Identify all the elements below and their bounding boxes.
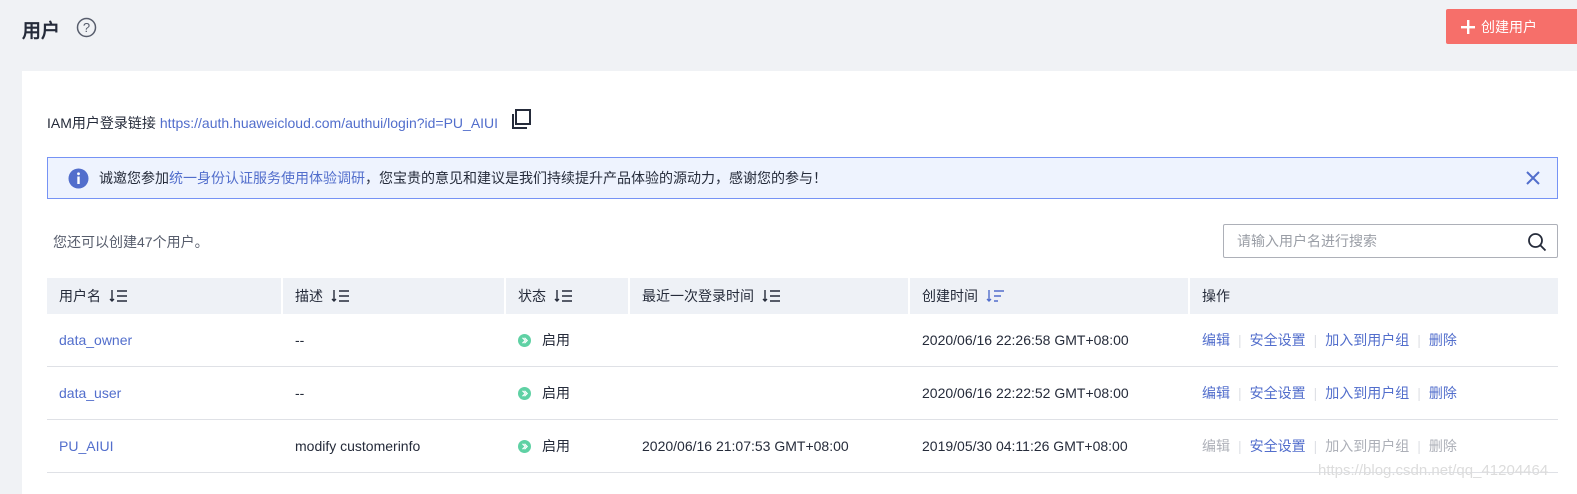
description-cell: -- [295, 332, 305, 348]
users-card: IAM用户登录链接 https://auth.huaweicloud.com/a… [22, 71, 1577, 494]
info-icon [68, 168, 89, 188]
delete-link[interactable]: 删除 [1429, 383, 1457, 403]
security-settings-link[interactable]: 安全设置 [1250, 436, 1306, 456]
edit-link-disabled: 编辑 [1202, 438, 1230, 454]
search-box[interactable] [1223, 224, 1558, 258]
status-text: 启用 [542, 438, 570, 454]
column-header-created[interactable]: 创建时间 [910, 278, 1190, 314]
status-enabled-icon [518, 333, 531, 347]
column-header-username[interactable]: 用户名 [47, 278, 283, 314]
created-time-cell: 2020/06/16 22:22:52 GMT+08:00 [922, 385, 1129, 401]
username-link[interactable]: PU_AIUI [59, 438, 113, 454]
status-text: 启用 [542, 385, 570, 401]
search-icon[interactable] [1527, 232, 1547, 252]
page-title: 用户 [22, 21, 61, 42]
svg-text:?: ? [83, 20, 90, 35]
table-row: data_user -- 启用 2020/06/16 22:22:52 GMT+… [47, 367, 1558, 420]
description-cell: -- [295, 385, 305, 401]
notice-suffix: ，您宝贵的意见和建议是我们持续提升产品体验的源动力，感谢您的参与！ [365, 170, 827, 186]
username-link[interactable]: data_owner [59, 332, 132, 348]
edit-link[interactable]: 编辑 [1202, 330, 1230, 350]
created-time-cell: 2019/05/30 04:11:26 GMT+08:00 [922, 438, 1128, 454]
status-enabled-icon [518, 439, 531, 453]
description-cell: modify customerinfo [295, 438, 421, 454]
add-to-group-link[interactable]: 加入到用户组 [1325, 383, 1409, 403]
column-header-last-login[interactable]: 最近一次登录时间 [630, 278, 910, 314]
table-header: 用户名 描述 状态 最近一次登录时间 创建时间 操作 [47, 278, 1558, 314]
create-user-label: 创建用户 [1481, 18, 1537, 35]
delete-link-disabled: 删除 [1428, 438, 1457, 454]
edit-link[interactable]: 编辑 [1202, 383, 1230, 403]
close-icon[interactable] [1525, 170, 1541, 186]
create-user-button[interactable]: 创建用户 [1446, 9, 1577, 44]
help-icon[interactable]: ? [76, 17, 97, 38]
security-settings-link[interactable]: 安全设置 [1250, 330, 1306, 350]
add-to-group-link[interactable]: 加入到用户组 [1325, 330, 1409, 350]
notice-prefix: 诚邀您参加 [99, 170, 169, 186]
column-header-description[interactable]: 描述 [283, 278, 506, 314]
username-link[interactable]: data_user [59, 385, 121, 401]
search-input[interactable] [1237, 233, 1517, 249]
delete-link[interactable]: 删除 [1429, 330, 1457, 350]
sort-icon[interactable] [554, 289, 574, 303]
watermark: https://blog.csdn.net/qq_41204464 [1318, 462, 1549, 479]
users-table: 用户名 描述 状态 最近一次登录时间 创建时间 操作 data_owner --… [47, 278, 1558, 473]
created-time-cell: 2020/06/16 22:26:58 GMT+08:00 [922, 332, 1129, 348]
top-bar: 用户 ? 创建用户 [0, 0, 1577, 60]
last-login-cell: 2020/06/16 21:07:53 GMT+08:00 [642, 438, 849, 454]
login-link-row: IAM用户登录链接 https://auth.huaweicloud.com/a… [47, 109, 532, 133]
status-text: 启用 [542, 332, 570, 348]
user-quota-text: 您还可以创建47个用户。 [53, 234, 209, 250]
table-row: data_owner -- 启用 2020/06/16 22:26:58 GMT… [47, 314, 1558, 367]
status-enabled-icon [518, 386, 531, 400]
column-header-status[interactable]: 状态 [506, 278, 630, 314]
plus-icon [1461, 19, 1475, 34]
sort-icon[interactable] [109, 289, 129, 303]
add-to-group-link-disabled: 加入到用户组 [1325, 438, 1410, 454]
login-link-label: IAM用户登录链接 [47, 115, 156, 131]
login-url-link[interactable]: https://auth.huaweicloud.com/authui/logi… [160, 115, 498, 131]
survey-link[interactable]: 统一身份认证服务使用体验调研 [169, 168, 365, 188]
sort-icon[interactable] [762, 289, 782, 303]
sort-icon[interactable] [331, 289, 351, 303]
survey-notice: 诚邀您参加 统一身份认证服务使用体验调研 ，您宝贵的意见和建议是我们持续提升产品体验… [47, 157, 1558, 199]
security-settings-link[interactable]: 安全设置 [1250, 383, 1306, 403]
sort-active-icon[interactable] [986, 289, 1006, 303]
column-header-operations: 操作 [1202, 288, 1230, 304]
copy-icon[interactable] [510, 108, 532, 130]
